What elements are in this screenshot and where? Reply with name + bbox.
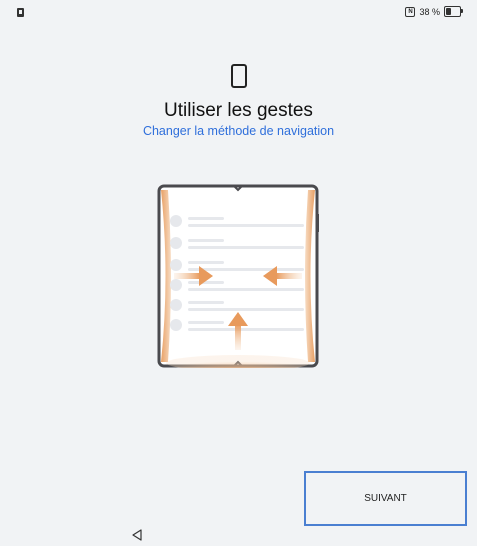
side-button <box>316 214 319 232</box>
status-indicators: N 38 % <box>405 6 463 17</box>
next-button[interactable]: SUIVANT <box>304 471 467 526</box>
battery-percent: 38 % <box>419 6 440 17</box>
battery-icon <box>444 6 463 17</box>
back-icon[interactable] <box>130 528 144 542</box>
battery-fill <box>446 8 451 15</box>
foldable-gesture-illustration <box>157 184 319 368</box>
page-title: Utiliser les gestes <box>164 100 313 121</box>
change-navigation-method-link[interactable]: Changer la méthode de navigation <box>0 124 477 138</box>
phone-icon <box>231 64 247 88</box>
nfc-icon: N <box>405 6 416 17</box>
sim-icon <box>17 8 24 17</box>
status-bar: N 38 % <box>0 0 477 24</box>
